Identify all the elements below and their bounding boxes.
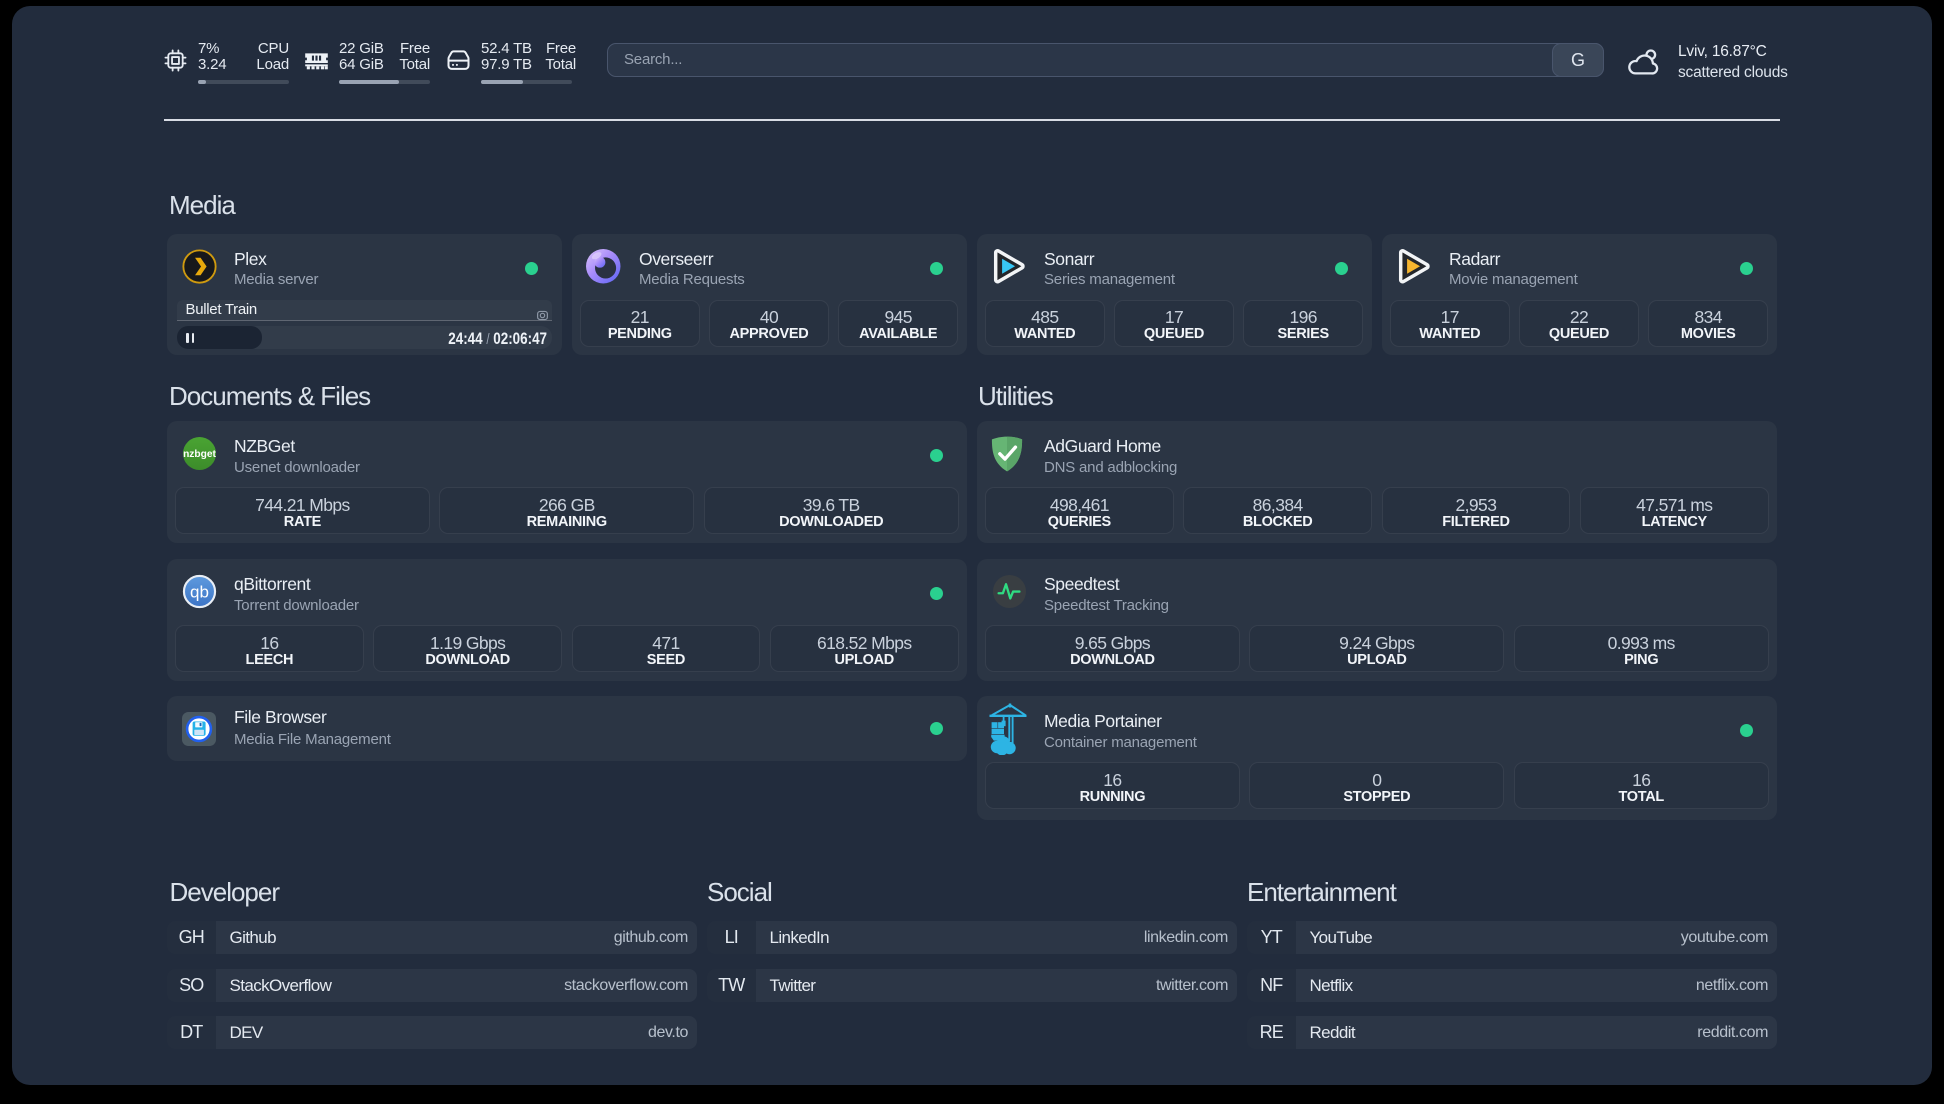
svg-text:nzbget: nzbget: [183, 449, 216, 460]
svg-text:qb: qb: [190, 583, 209, 602]
